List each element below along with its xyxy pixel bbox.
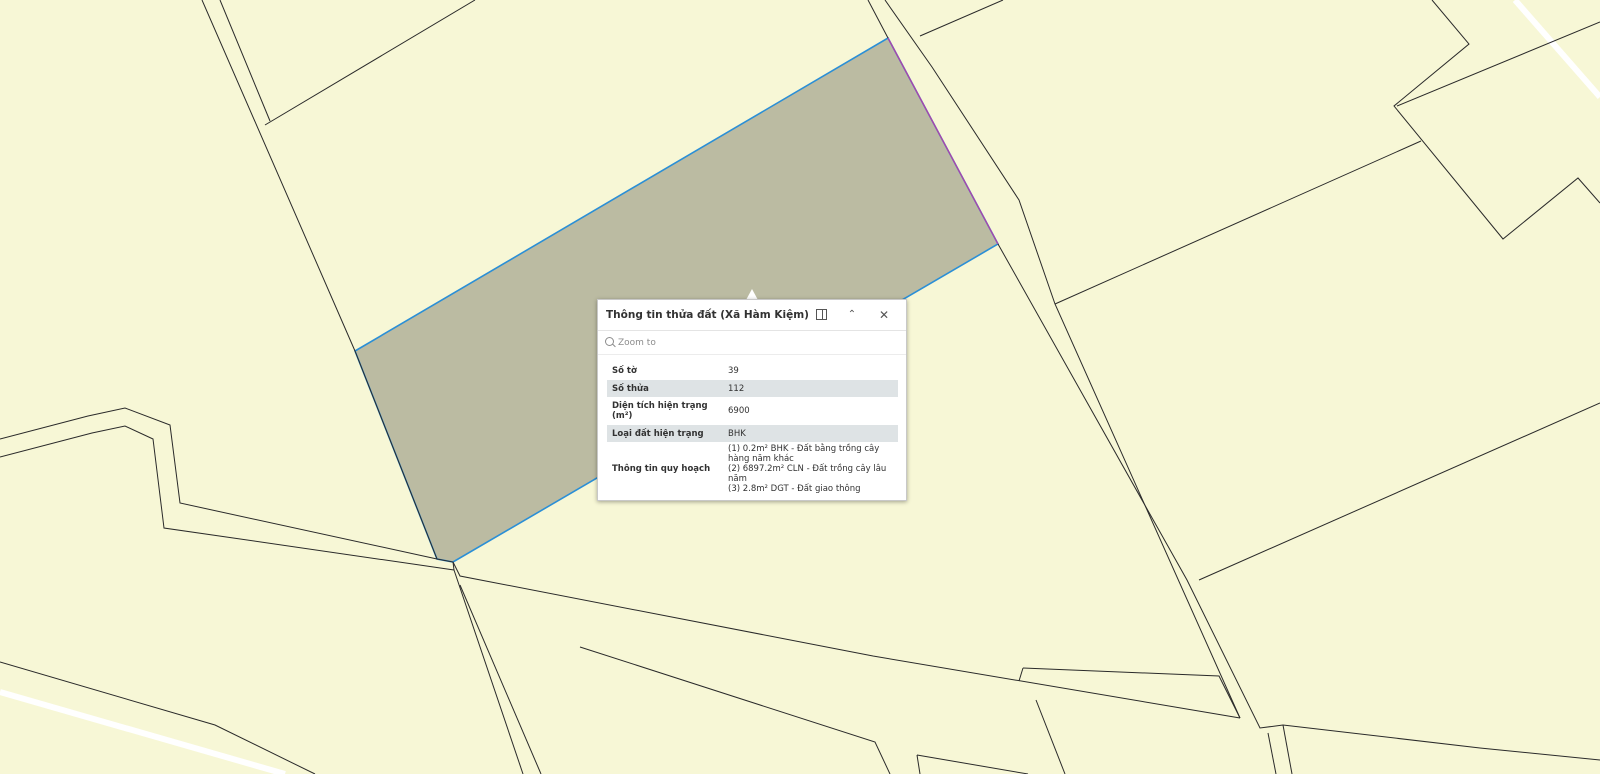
road-bottom-left xyxy=(0,689,286,774)
attribute-row: Số tờ 39 xyxy=(607,362,898,380)
attribute-row: Loại đất hiện trạng BHK xyxy=(607,425,898,442)
collapse-button[interactable]: ⌃ xyxy=(843,306,861,324)
attribute-value: 112 xyxy=(723,380,898,397)
attribute-row: Số thửa 112 xyxy=(607,380,898,397)
zoom-to-label: Zoom to xyxy=(618,338,656,348)
attribute-key: Số tờ xyxy=(612,366,637,376)
close-icon: ✕ xyxy=(878,308,890,322)
chevron-up-icon: ⌃ xyxy=(847,309,857,320)
attribute-value: (1) 0.2m² BHK - Đất bằng trồng cây hàng … xyxy=(723,442,898,496)
planning-line: (3) 2.8m² DGT - Đất giao thông xyxy=(728,484,861,494)
attribute-key: Số thửa xyxy=(607,380,723,397)
feature-info-popup: Thông tin thửa đất (Xã Hàm Kiệm) ⌃ ✕ Zoo… xyxy=(597,299,907,501)
header-divider xyxy=(598,330,906,331)
attribute-key: Loại đất hiện trạng xyxy=(607,425,723,442)
action-divider xyxy=(598,354,906,355)
close-button[interactable]: ✕ xyxy=(875,306,893,324)
attribute-value: 6900 xyxy=(728,406,750,416)
zoom-in-icon xyxy=(605,337,614,346)
attribute-table: Số tờ 39 Số thửa 112 Diện tích hiện trạn… xyxy=(607,362,898,496)
attribute-value: BHK xyxy=(723,425,898,442)
attribute-key: Diện tích hiện trạng (m²) xyxy=(612,401,708,421)
attribute-row: Thông tin quy hoạch (1) 0.2m² BHK - Đất … xyxy=(607,442,898,496)
planning-line: (2) 6897.2m² CLN - Đất trồng cây lâu năm xyxy=(728,464,887,484)
zoom-to-link[interactable]: Zoom to xyxy=(605,336,656,348)
planning-line: (1) 0.2m² BHK - Đất bằng trồng cây hàng … xyxy=(728,444,880,464)
dock-button[interactable] xyxy=(812,306,830,324)
dock-icon xyxy=(815,309,827,320)
attribute-row: Diện tích hiện trạng (m²) 6900 xyxy=(607,397,898,425)
attribute-key: Thông tin quy hoạch xyxy=(612,464,711,474)
popup-title: Thông tin thửa đất (Xã Hàm Kiệm) xyxy=(606,309,809,321)
attribute-value: 39 xyxy=(728,366,739,376)
road-top-right xyxy=(1512,0,1600,99)
